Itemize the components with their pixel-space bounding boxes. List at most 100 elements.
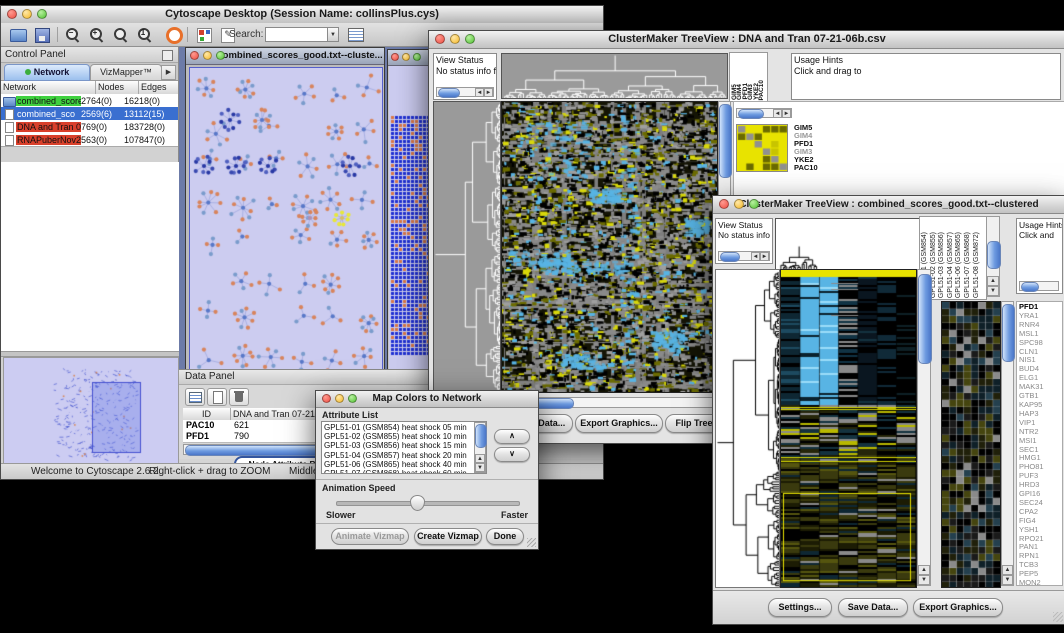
network-row[interactable]: DNA and Tran 07769(0)183728(0) xyxy=(1,120,178,133)
tab-overflow-icon[interactable]: ▶ xyxy=(161,65,176,80)
float-panel-icon[interactable] xyxy=(162,50,173,61)
vizmapper-icon[interactable] xyxy=(193,26,215,44)
resize-grip[interactable] xyxy=(1053,612,1063,622)
tv1-status-hscrollbar[interactable]: ◄ ► xyxy=(436,87,494,97)
minimize-icon[interactable] xyxy=(402,53,410,61)
scroll-up-icon[interactable]: ▲ xyxy=(1002,565,1013,575)
new-attribute-icon[interactable] xyxy=(207,388,227,406)
attribute-list-item[interactable]: GPL51-01 (GSM854) heat shock 05 min xyxy=(324,423,484,432)
gene-label[interactable]: PAC10 xyxy=(794,164,840,172)
close-icon[interactable] xyxy=(435,34,445,44)
scroll-down-icon[interactable]: ▼ xyxy=(1002,575,1013,585)
tv1-column-dendrogram[interactable] xyxy=(501,53,728,99)
move-up-button[interactable]: ∧ xyxy=(494,429,530,444)
scrollbar-thumb[interactable] xyxy=(475,424,487,448)
zoom-out-icon[interactable]: − xyxy=(65,27,80,42)
search-input[interactable] xyxy=(265,27,329,42)
help-ring-icon[interactable] xyxy=(163,26,185,44)
speed-slider-thumb[interactable] xyxy=(410,495,425,511)
zoom-window-icon[interactable] xyxy=(348,394,357,403)
network-overview-canvas[interactable] xyxy=(3,357,179,470)
tv2-top-vscrollbar[interactable]: ▲ ▼ xyxy=(986,216,1000,297)
zoom-fit-icon[interactable]: 1 xyxy=(137,27,152,42)
close-icon[interactable] xyxy=(719,199,729,209)
attribute-grid-icon[interactable] xyxy=(185,388,205,406)
attribute-list-item[interactable]: GPL51-02 (GSM855) heat shock 10 min xyxy=(324,432,484,441)
zoom-window-icon[interactable] xyxy=(413,53,421,61)
treeview2-titlebar[interactable]: ClusterMaker TreeView : combined_scores_… xyxy=(713,196,1064,214)
attribute-list-vscrollbar[interactable]: ▲ ▼ xyxy=(474,422,486,473)
attribute-list-item[interactable]: GPL51-06 (GSM865) heat shock 40 min xyxy=(324,460,484,469)
attribute-list-item[interactable]: GPL51-07 (GSM868) heat shock 60 min xyxy=(324,469,484,474)
close-icon[interactable] xyxy=(7,9,17,19)
scroll-up-icon[interactable]: ▲ xyxy=(918,565,930,575)
zoom-selected-icon[interactable] xyxy=(113,27,128,42)
scroll-right-icon[interactable]: ► xyxy=(484,88,493,97)
tv2-pixel-vscrollbar[interactable]: ▲ ▼ xyxy=(1001,301,1014,586)
tab-network[interactable]: Network xyxy=(4,64,90,81)
minimize-icon[interactable] xyxy=(203,51,212,60)
network-canvas[interactable] xyxy=(189,67,383,375)
scrollbar-thumb[interactable] xyxy=(987,241,1001,269)
close-icon[interactable] xyxy=(391,53,399,61)
tv2-heatmap-vscrollbar[interactable]: ▲ ▼ xyxy=(917,269,931,586)
network-row[interactable]: RNAPuberNov2+!563(0)107847(0) xyxy=(1,133,178,146)
attribute-list[interactable]: GPL51-01 (GSM854) heat shock 05 minGPL51… xyxy=(321,421,487,474)
scrollbar-thumb[interactable] xyxy=(1021,282,1039,292)
main-titlebar[interactable]: Cytoscape Desktop (Session Name: collins… xyxy=(1,6,603,24)
minimize-icon[interactable] xyxy=(22,9,32,19)
animate-vizmap-button[interactable]: Animate Vizmap xyxy=(331,528,409,545)
tv1-row-dendrogram[interactable] xyxy=(433,101,501,393)
import-table-icon[interactable] xyxy=(345,26,367,44)
delete-attribute-icon[interactable] xyxy=(229,388,249,406)
save-icon[interactable] xyxy=(31,26,53,44)
minimize-icon[interactable] xyxy=(335,394,344,403)
zoom-in-icon[interactable]: + xyxy=(89,27,104,42)
tv2-row-dendrogram[interactable] xyxy=(715,269,780,588)
treeview1-titlebar[interactable]: ClusterMaker TreeView : DNA and Tran 07-… xyxy=(429,31,1064,49)
done-button[interactable]: Done xyxy=(486,528,524,545)
resize-grip[interactable] xyxy=(527,538,536,547)
minimize-icon[interactable] xyxy=(450,34,460,44)
scrollbar-thumb[interactable] xyxy=(720,252,740,262)
scroll-left-icon[interactable]: ◄ xyxy=(475,88,484,97)
tv1-zoom-thumbnail[interactable] xyxy=(736,124,788,172)
close-icon[interactable] xyxy=(322,394,331,403)
tv2-heatmap-canvas[interactable] xyxy=(780,269,917,588)
tab-vizmapper[interactable]: VizMapper™ xyxy=(90,64,162,81)
tv2-column-dendrogram[interactable] xyxy=(775,218,920,271)
zoom-window-icon[interactable] xyxy=(749,199,759,209)
scrollbar-thumb[interactable] xyxy=(918,274,932,364)
move-down-button[interactable]: ∨ xyxy=(494,447,530,462)
scroll-up-icon[interactable]: ▲ xyxy=(475,454,485,463)
scroll-left-icon[interactable]: ◄ xyxy=(773,109,782,118)
scroll-right-icon[interactable]: ► xyxy=(760,252,769,261)
scrollbar-thumb[interactable] xyxy=(438,88,460,98)
tv2-settings-button[interactable]: Settings... xyxy=(768,598,832,617)
open-file-icon[interactable] xyxy=(7,26,29,44)
scroll-left-icon[interactable]: ◄ xyxy=(751,252,760,261)
scroll-right-icon[interactable]: ► xyxy=(782,109,791,118)
tv1-export-graphics-button[interactable]: Export Graphics... xyxy=(575,414,663,433)
zoom-window-icon[interactable] xyxy=(37,9,47,19)
dense-network-canvas[interactable] xyxy=(390,114,430,360)
scroll-up-icon[interactable]: ▲ xyxy=(987,276,999,286)
scroll-down-icon[interactable]: ▼ xyxy=(918,575,930,585)
zoom-window-icon[interactable] xyxy=(216,51,225,60)
scrollbar-thumb[interactable] xyxy=(1002,304,1015,362)
zoom-window-icon[interactable] xyxy=(465,34,475,44)
scrollbar-thumb[interactable] xyxy=(719,104,732,178)
network-row[interactable]: combined_scores2764(0)16218(0) xyxy=(1,94,178,107)
tv1-thumb-hscrollbar[interactable]: ◄ ► xyxy=(736,108,792,118)
tv2-status-hscrollbar[interactable]: ◄ ► xyxy=(718,251,770,261)
gene-label[interactable]: MON2 xyxy=(1019,579,1062,588)
minimize-icon[interactable] xyxy=(734,199,744,209)
scroll-down-icon[interactable]: ▼ xyxy=(475,463,485,472)
tv1-heatmap-canvas[interactable] xyxy=(501,101,718,393)
tv2-hints-hscrollbar[interactable] xyxy=(1019,281,1059,291)
close-icon[interactable] xyxy=(190,51,199,60)
search-dropdown-icon[interactable]: ▼ xyxy=(327,27,339,42)
attribute-list-item[interactable]: GPL51-03 (GSM856) heat shock 15 min xyxy=(324,441,484,450)
speed-slider-track[interactable] xyxy=(336,501,520,506)
scroll-down-icon[interactable]: ▼ xyxy=(987,286,999,296)
